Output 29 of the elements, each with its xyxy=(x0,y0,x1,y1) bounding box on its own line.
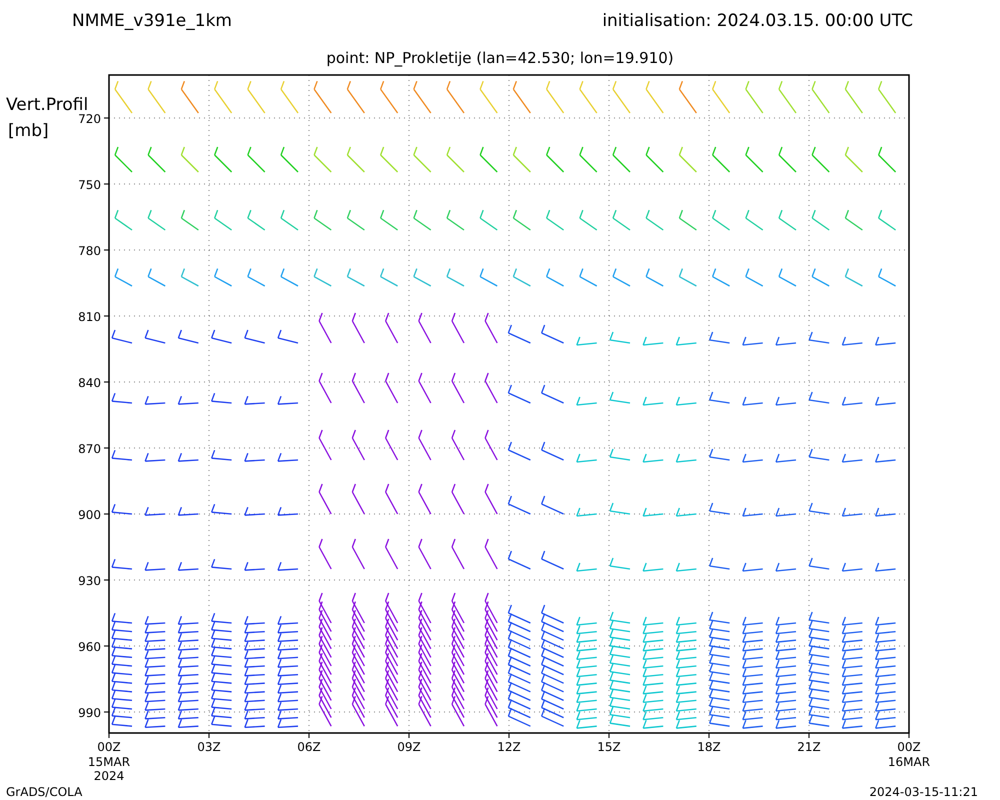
axis-tick-label: 09Z xyxy=(397,740,421,754)
axis-tick-label: 990 xyxy=(78,706,101,720)
axis-tick-label: 720 xyxy=(78,112,101,126)
initialisation-time: initialisation: 2024.03.15. 00:00 UTC xyxy=(602,11,913,31)
axis-tick-label: 780 xyxy=(78,244,101,258)
date-label: 2024 xyxy=(94,769,124,783)
axis-tick-label: 12Z xyxy=(497,740,521,754)
axis-tick-label: 930 xyxy=(78,574,101,588)
axis-tick-label: 00Z xyxy=(897,740,921,754)
date-label: 15MAR xyxy=(88,755,130,769)
axis-label: [mb] xyxy=(8,121,49,141)
axis-tick-label: 00Z xyxy=(97,740,121,754)
footer-timestamp: 2024-03-15-11:21 xyxy=(869,785,978,799)
axis-tick-label: 750 xyxy=(78,178,101,192)
axis-tick-label: 810 xyxy=(78,310,101,324)
footer-credit: GrADS/COLA xyxy=(6,785,82,799)
axis-label: Vert.Profil xyxy=(6,95,88,115)
axis-tick-label: 960 xyxy=(78,640,101,654)
point-subtitle: point: NP_Prokletije (lan=42.530; lon=19.910) xyxy=(326,49,674,67)
axis-tick-label: 870 xyxy=(78,442,101,456)
date-label: 16MAR xyxy=(888,755,930,769)
axis-tick-label: 21Z xyxy=(797,740,821,754)
axis-tick-label: 900 xyxy=(78,508,101,522)
axis-tick-label: 15Z xyxy=(597,740,621,754)
axis-tick-label: 06Z xyxy=(297,740,321,754)
axis-tick-label: 18Z xyxy=(697,740,721,754)
axis-tick-label: 840 xyxy=(78,376,101,390)
axis-tick-label: 03Z xyxy=(197,740,221,754)
plot-title: NMME_v391e_1km xyxy=(72,11,232,31)
